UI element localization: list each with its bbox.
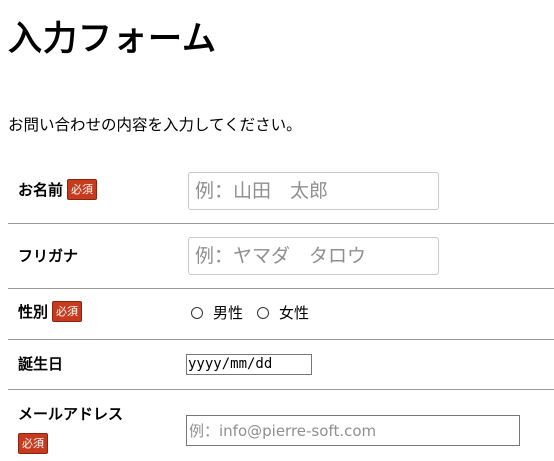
page-title: 入力フォーム xyxy=(8,19,217,59)
name-input[interactable] xyxy=(188,172,439,210)
name-label: お名前 xyxy=(18,181,64,199)
radio-button[interactable] xyxy=(191,307,203,319)
birthday-date-input[interactable]: yyyy/mm/dd xyxy=(186,354,312,375)
required-badge: 必須 xyxy=(67,179,98,200)
row-divider xyxy=(8,288,176,289)
furigana-label: フリガナ xyxy=(18,247,79,265)
required-badge: 必須 xyxy=(18,433,48,454)
email-required-wrap: 必須 xyxy=(18,433,48,455)
gender-radio-group: 男性 女性 xyxy=(191,303,323,323)
radio-button[interactable] xyxy=(257,307,270,319)
row-divider xyxy=(176,389,554,390)
name-label-group: お名前 必須 xyxy=(18,179,98,201)
row-divider xyxy=(8,223,554,224)
email-label: メールアドレス xyxy=(18,405,124,423)
required-badge: 必須 xyxy=(52,301,83,322)
furigana-input[interactable] xyxy=(188,237,439,275)
date-format-text: yyyy/mm/dd xyxy=(188,356,273,372)
gender-option-label: 女性 xyxy=(279,304,310,322)
row-divider xyxy=(8,389,176,390)
row-divider xyxy=(176,339,554,340)
form-intro-text: お問い合わせの内容を入力してください。 xyxy=(8,116,302,134)
gender-label: 性別 xyxy=(18,303,49,321)
gender-option-label: 男性 xyxy=(213,304,244,322)
row-divider xyxy=(8,339,176,340)
gender-option-male[interactable]: 男性 xyxy=(191,303,243,323)
birthday-label: 誕生日 xyxy=(18,355,64,373)
gender-option-female[interactable]: 女性 xyxy=(257,303,309,323)
email-input[interactable] xyxy=(186,415,520,446)
row-divider xyxy=(176,288,554,289)
gender-label-group: 性別 必須 xyxy=(18,301,83,323)
